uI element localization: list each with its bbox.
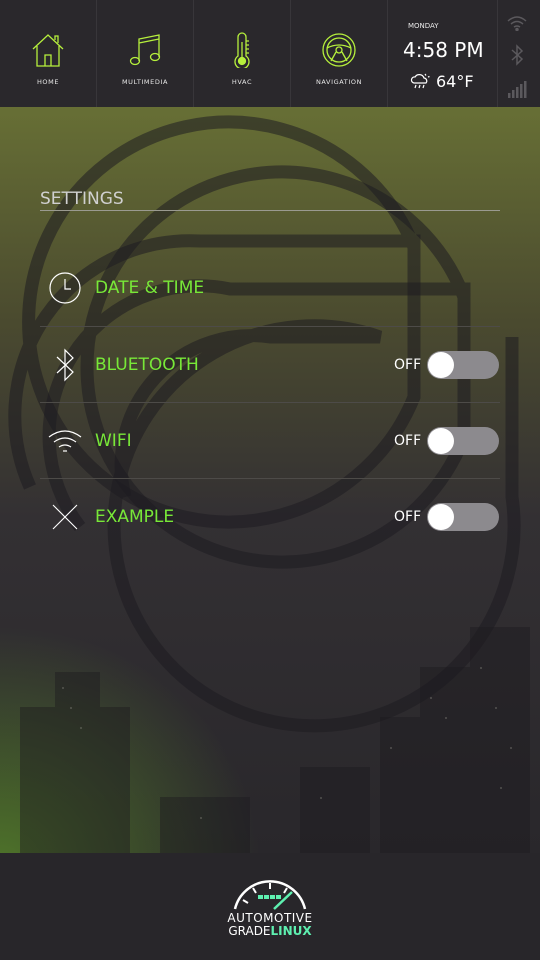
toggle-knob: [428, 428, 454, 454]
top-bar: HOME MULTIMEDIA HVAC NAVIGATION MONDAY 4…: [0, 0, 540, 107]
settings-row-bluetooth[interactable]: BLUETOOTH OFF: [40, 326, 500, 403]
settings-row-wifi[interactable]: WIFI OFF: [40, 402, 500, 479]
agl-grade-text: GRADE: [228, 924, 271, 938]
wifi-icon: [48, 430, 82, 452]
x-icon: [52, 504, 78, 530]
cloud-rain-sun-icon: [410, 73, 430, 88]
status-icons: [498, 0, 536, 107]
signal-bars-icon: [508, 81, 527, 98]
wifi-icon: [507, 16, 527, 31]
nav-home-label: HOME: [36, 78, 60, 86]
example-state-label: OFF: [394, 509, 422, 525]
clock-widget: MONDAY 4:58 PM 64°F: [388, 0, 498, 107]
example-toggle[interactable]: [427, 503, 499, 531]
date-time-label: DATE & TIME: [95, 278, 205, 298]
temperature-label: 64°F: [436, 72, 474, 91]
bluetooth-toggle[interactable]: [427, 351, 499, 379]
toggle-knob: [428, 504, 454, 530]
thermometer-icon: [234, 32, 250, 68]
toggle-knob: [428, 352, 454, 378]
agl-logo: AUTOMOTIVE GRADELINUX: [220, 873, 320, 943]
nav-navigation-button[interactable]: NAVIGATION: [291, 0, 388, 107]
bluetooth-icon: [511, 44, 524, 66]
settings-screen: SETTINGS DATE & TIME BLUETOOTH OFF WIFI …: [0, 107, 540, 853]
time-label: 4:58 PM: [403, 38, 484, 62]
wifi-label: WIFI: [95, 431, 132, 451]
bottom-bar: AUTOMOTIVE GRADELINUX: [0, 853, 540, 960]
wifi-toggle[interactable]: [427, 427, 499, 455]
nav-hvac-label: HVAC: [231, 78, 253, 86]
home-icon: [32, 34, 64, 67]
day-label: MONDAY: [408, 22, 439, 30]
bluetooth-state-label: OFF: [394, 357, 422, 373]
clock-icon: [49, 272, 81, 304]
example-label: EXAMPLE: [95, 507, 175, 527]
nav-hvac-button[interactable]: HVAC: [194, 0, 291, 107]
nav-multimedia-button[interactable]: MULTIMEDIA: [97, 0, 194, 107]
gauge-icon: [233, 880, 307, 910]
music-note-icon: [129, 34, 161, 66]
weather-readout: 64°F: [410, 72, 474, 91]
agl-wordmark-line2: GRADELINUX: [220, 924, 320, 938]
settings-title: SETTINGS: [40, 189, 500, 211]
bluetooth-label: BLUETOOTH: [95, 355, 199, 375]
agl-linux-text: LINUX: [270, 924, 312, 938]
bluetooth-icon: [56, 348, 74, 382]
agl-wordmark-line1: AUTOMOTIVE: [227, 911, 313, 925]
steering-wheel-icon: [322, 33, 356, 67]
settings-row-date-time[interactable]: DATE & TIME: [40, 250, 500, 326]
wifi-state-label: OFF: [394, 433, 422, 449]
nav-navigation-label: NAVIGATION: [315, 78, 363, 86]
nav-home-button[interactable]: HOME: [0, 0, 97, 107]
nav-multimedia-label: MULTIMEDIA: [121, 78, 169, 86]
settings-row-example[interactable]: EXAMPLE OFF: [40, 478, 500, 555]
